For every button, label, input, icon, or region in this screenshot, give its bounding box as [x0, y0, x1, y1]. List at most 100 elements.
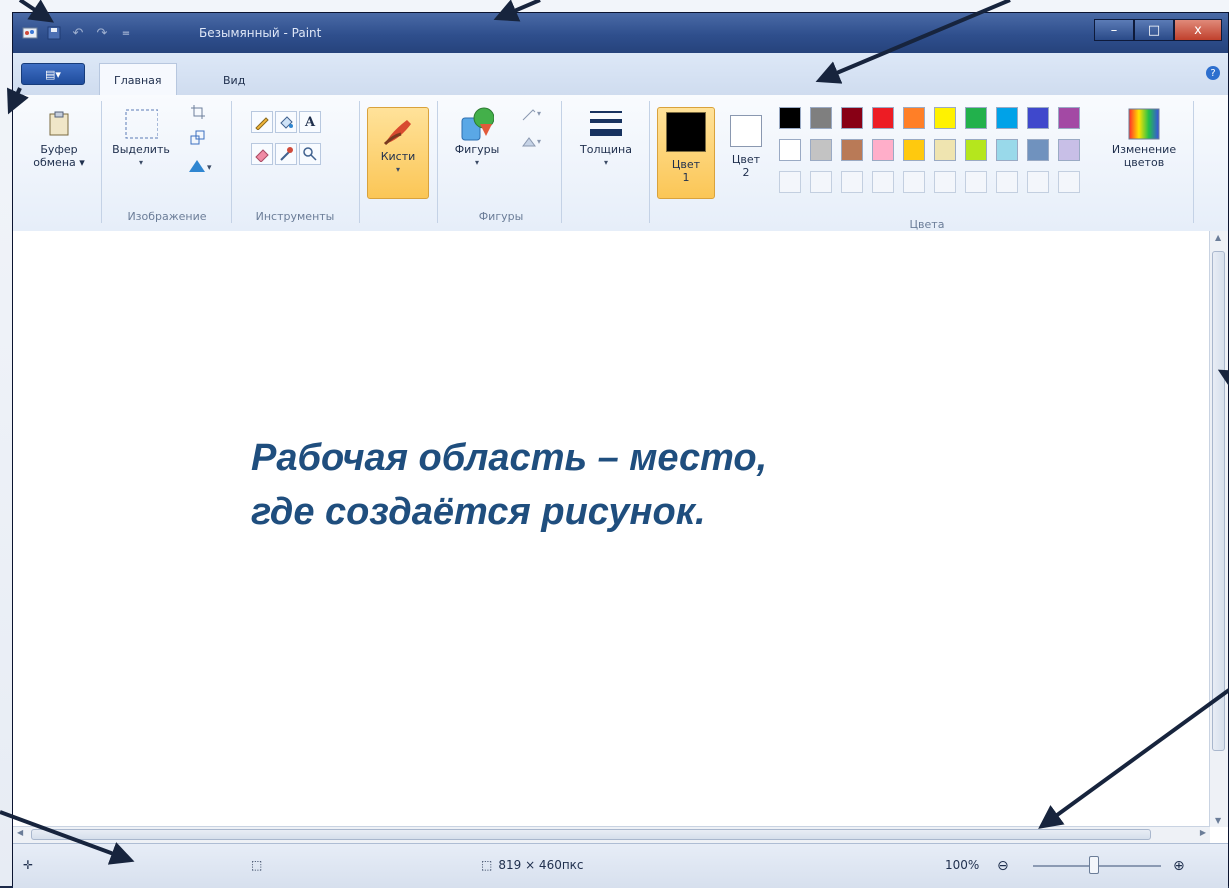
palette-color-swatch[interactable]	[1027, 107, 1049, 129]
ribbon-tab-row: ▤▾ Главная Вид ?	[13, 53, 1228, 96]
pencil-icon[interactable]	[251, 111, 273, 133]
colors-group-label: Цвета	[909, 218, 945, 231]
palette-custom-slot[interactable]	[1027, 171, 1049, 193]
thickness-button[interactable]: Толщина ▾	[567, 105, 645, 169]
color2-label-1: Цвет	[731, 153, 761, 166]
palette-color-swatch[interactable]	[841, 139, 863, 161]
title-bar: ↶ ↷ = Безымянный - Paint – □ x	[13, 13, 1228, 53]
select-button[interactable]: Выделить ▾	[109, 105, 173, 169]
palette-color-swatch[interactable]	[810, 107, 832, 129]
window-title: Безымянный - Paint	[199, 26, 322, 40]
scroll-up-icon[interactable]: ▲	[1215, 233, 1221, 242]
scroll-right-icon[interactable]: ▶	[1200, 828, 1206, 837]
palette-custom-slot[interactable]	[810, 171, 832, 193]
palette-color-swatch[interactable]	[1058, 107, 1080, 129]
clipboard-label-1: Буфер	[40, 143, 78, 156]
color-picker-icon[interactable]	[275, 143, 297, 165]
brushes-label: Кисти	[380, 150, 416, 163]
palette-color-swatch[interactable]	[965, 139, 987, 161]
palette-color-swatch[interactable]	[934, 107, 956, 129]
canvas-size-value: 819 × 460пкс	[498, 858, 584, 872]
vertical-scroll-thumb[interactable]	[1212, 251, 1225, 751]
save-icon[interactable]	[45, 25, 63, 41]
palette-color-swatch[interactable]	[996, 139, 1018, 161]
maximize-button[interactable]: □	[1134, 19, 1174, 41]
magnifier-icon[interactable]	[299, 143, 321, 165]
chevron-down-icon: ▾	[138, 158, 143, 167]
vertical-scrollbar[interactable]: ▲ ▼	[1209, 231, 1228, 827]
help-icon[interactable]: ?	[1206, 66, 1220, 80]
zoom-in-button[interactable]: ⊕	[1173, 858, 1185, 874]
minimize-button[interactable]: –	[1094, 19, 1134, 41]
palette-custom-slot[interactable]	[903, 171, 925, 193]
edit-colors-icon	[1127, 105, 1161, 143]
svg-text:▾: ▾	[537, 109, 541, 118]
clipboard-button[interactable]: Буфер обмена ▾	[29, 105, 89, 169]
outline-icon[interactable]: ▾	[521, 103, 543, 125]
palette-color-swatch[interactable]	[1027, 139, 1049, 161]
thickness-icon	[586, 105, 626, 143]
palette-color-swatch[interactable]	[872, 107, 894, 129]
zoom-out-button[interactable]: ⊖	[997, 858, 1009, 874]
canvas-size-icon: ⬚	[481, 858, 493, 872]
shapes-label: Фигуры	[454, 143, 500, 156]
palette-color-swatch[interactable]	[996, 107, 1018, 129]
divider	[561, 101, 562, 223]
redo-icon[interactable]: ↷	[93, 25, 111, 41]
palette-custom-slot[interactable]	[996, 171, 1018, 193]
palette-custom-slot[interactable]	[934, 171, 956, 193]
palette-custom-slot[interactable]	[1058, 171, 1080, 193]
horizontal-scrollbar[interactable]: ◀ ▶	[13, 826, 1210, 843]
text-icon[interactable]: A	[299, 111, 321, 133]
shape-fill-icon[interactable]: ▾	[521, 131, 543, 153]
brushes-button[interactable]: Кисти ▾	[367, 107, 429, 199]
palette-color-swatch[interactable]	[1058, 139, 1080, 161]
tab-view[interactable]: Вид	[209, 65, 259, 95]
resize-icon[interactable]	[187, 127, 209, 149]
image-group: Выделить ▾ ▾ Изображение	[105, 95, 229, 223]
palette-color-swatch[interactable]	[841, 107, 863, 129]
edit-colors-button[interactable]: Изменение цветов	[1103, 105, 1185, 169]
palette-color-swatch[interactable]	[903, 139, 925, 161]
palette-custom-slot[interactable]	[872, 171, 894, 193]
fill-icon[interactable]	[275, 111, 297, 133]
tools-group: A Инструменты	[235, 95, 355, 223]
eraser-icon[interactable]	[251, 143, 273, 165]
divider	[359, 101, 360, 223]
palette-color-swatch[interactable]	[779, 139, 801, 161]
zoom-slider-thumb[interactable]	[1089, 856, 1099, 874]
shapes-icon	[460, 105, 494, 143]
paint-app-icon[interactable]	[21, 25, 39, 41]
image-group-label: Изображение	[127, 210, 207, 223]
divider	[231, 101, 232, 223]
horizontal-scroll-thumb[interactable]	[31, 829, 1151, 840]
drawing-canvas[interactable]: Рабочая область – место, где создаётся р…	[13, 231, 1228, 843]
rotate-icon[interactable]: ▾	[185, 155, 217, 177]
scroll-left-icon[interactable]: ◀	[17, 828, 23, 837]
customize-qat-icon[interactable]: =	[117, 25, 135, 41]
close-button[interactable]: x	[1174, 19, 1222, 41]
color2-button[interactable]: Цвет 2	[721, 115, 771, 179]
app-menu-button[interactable]: ▤▾	[21, 63, 85, 85]
window-controls: – □ x	[1094, 19, 1222, 41]
crop-icon[interactable]	[187, 101, 209, 123]
palette-custom-slot[interactable]	[779, 171, 801, 193]
palette-color-swatch[interactable]	[903, 107, 925, 129]
chevron-down-icon: ▾	[395, 165, 400, 174]
palette-color-swatch[interactable]	[810, 139, 832, 161]
scroll-down-icon[interactable]: ▼	[1215, 816, 1221, 825]
color1-label-2: 1	[682, 171, 690, 184]
palette-color-swatch[interactable]	[872, 139, 894, 161]
thickness-label: Толщина	[580, 143, 632, 156]
palette-color-swatch[interactable]	[934, 139, 956, 161]
divider	[1193, 101, 1194, 223]
palette-color-swatch[interactable]	[779, 107, 801, 129]
shapes-button[interactable]: Фигуры ▾	[445, 105, 509, 169]
palette-color-swatch[interactable]	[965, 107, 987, 129]
undo-icon[interactable]: ↶	[69, 25, 87, 41]
color1-button[interactable]: Цвет 1	[657, 107, 715, 199]
palette-custom-slot[interactable]	[841, 171, 863, 193]
palette-custom-slot[interactable]	[965, 171, 987, 193]
tab-home[interactable]: Главная	[99, 63, 177, 96]
caption-line-2: где создаётся рисунок.	[251, 491, 706, 533]
